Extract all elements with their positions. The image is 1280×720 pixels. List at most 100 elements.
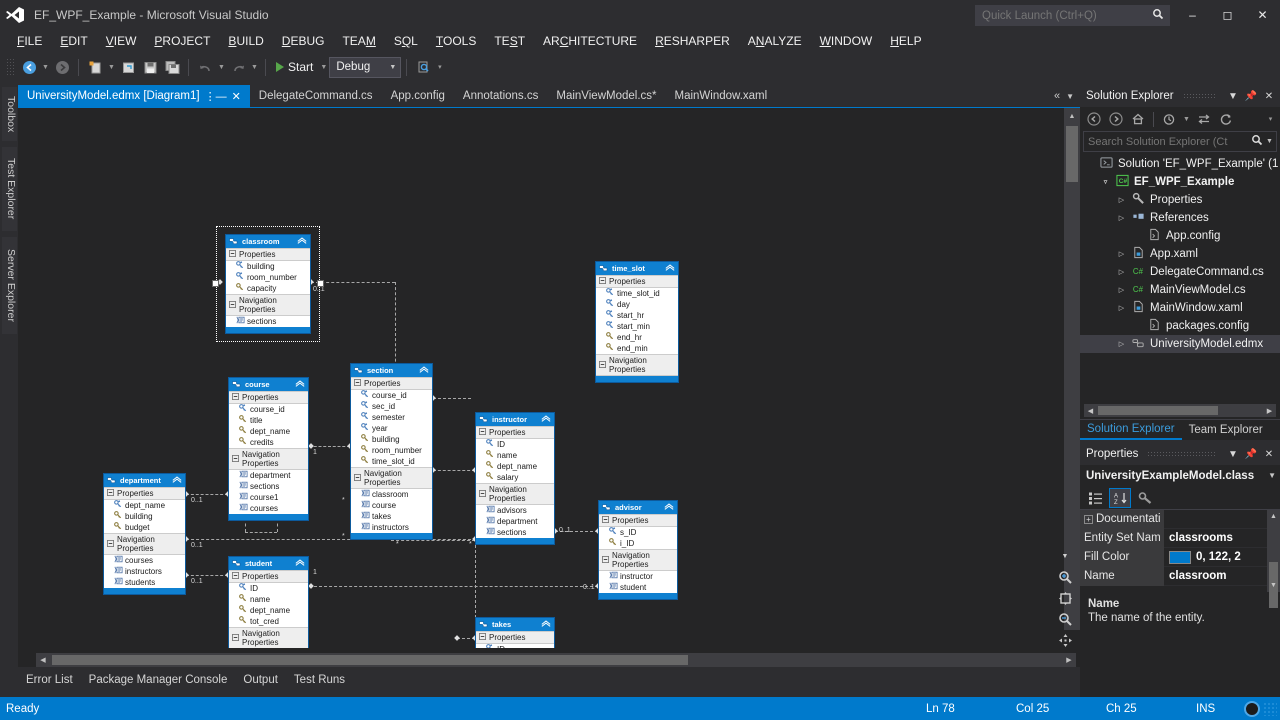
close-icon[interactable]: ✕ [1262, 449, 1276, 460]
horizontal-scroll-thumb[interactable] [52, 655, 688, 665]
scroll-up-icon[interactable]: ▲ [1267, 510, 1280, 523]
property-row[interactable]: ID [476, 439, 554, 450]
entity-box-department[interactable]: departmentPropertiesdept_namebuildingbud… [103, 473, 186, 595]
properties-object-selector[interactable]: UniversityExampleModel.class ▼ [1080, 465, 1280, 486]
entity-box-course[interactable]: coursePropertiescourse_idtitledept_namec… [228, 377, 309, 521]
color-swatch[interactable] [1169, 551, 1191, 564]
tab-mainwindow-xaml[interactable]: MainWindow.xaml [666, 85, 777, 107]
toolbar-overflow-icon[interactable]: ▾ [434, 56, 445, 78]
vtab-server-explorer[interactable]: Server Explorer [2, 237, 17, 334]
tab-solution-explorer[interactable]: Solution Explorer [1080, 420, 1182, 440]
association-connector[interactable] [309, 446, 350, 447]
property-grid-row[interactable]: +Documentati [1080, 510, 1280, 529]
property-row[interactable]: ID [476, 644, 554, 648]
entity-header[interactable]: instructor [476, 413, 554, 426]
navigation-section-header[interactable]: Navigation Properties [476, 483, 554, 505]
chevron-right-icon[interactable]: ▷ [1116, 214, 1127, 222]
properties-section-header[interactable]: Properties [599, 514, 677, 527]
chevron-down-icon[interactable]: ▿ [1100, 178, 1111, 186]
tree-node-app-config[interactable]: App.config [1080, 227, 1280, 245]
collapse-box-icon[interactable] [232, 393, 239, 402]
navigation-section-header[interactable]: Navigation Properties [596, 354, 678, 376]
close-icon[interactable]: ✕ [1245, 0, 1280, 30]
solution-configuration-combo[interactable]: Debug ▼ [329, 57, 401, 78]
connector-endpoint[interactable] [308, 443, 314, 449]
property-row[interactable]: name [476, 450, 554, 461]
menu-project[interactable]: PROJECT [145, 32, 219, 50]
menu-help[interactable]: HELP [881, 32, 930, 50]
resize-grip[interactable] [1263, 702, 1277, 716]
collapse-box-icon[interactable] [229, 250, 236, 259]
entity-box-section[interactable]: sectionPropertiescourse_idsec_idsemester… [350, 363, 433, 540]
properties-vertical-scrollbar[interactable]: ▲ ▼ [1267, 510, 1280, 592]
pending-changes-dropdown-icon[interactable]: ▼ [1181, 108, 1192, 130]
home-icon[interactable] [1128, 109, 1148, 129]
scroll-left-icon[interactable]: ◀ [1084, 404, 1097, 417]
properties-section-header[interactable]: Properties [351, 377, 432, 390]
collapse-box-icon[interactable] [479, 428, 486, 437]
entity-box-classroom[interactable]: classroomPropertiesbuildingroom_numberca… [225, 234, 311, 334]
properties-section-header[interactable]: Properties [476, 426, 554, 439]
maximize-icon[interactable]: ◻ [1210, 0, 1245, 30]
property-value-cell[interactable]: classroom [1164, 570, 1280, 582]
chevron-down-icon[interactable]: ▼ [1268, 471, 1276, 480]
property-row[interactable]: budget [104, 522, 185, 533]
navigation-property-row[interactable]: sections [476, 527, 554, 538]
pin-icon[interactable]: 📌 [1244, 449, 1258, 460]
close-icon[interactable]: ✕ [232, 90, 241, 103]
chevron-right-icon[interactable]: ▷ [1116, 286, 1127, 294]
chevron-down-icon[interactable]: ▼ [1226, 449, 1240, 460]
collapse-box-icon[interactable] [602, 516, 609, 525]
panel-drag-dots[interactable] [1147, 451, 1217, 457]
refresh-icon[interactable] [1216, 109, 1236, 129]
forward-icon[interactable] [1106, 109, 1126, 129]
chevron-right-icon[interactable]: ▷ [1116, 304, 1127, 312]
tree-node-solution-ef-wpf-example-1[interactable]: Solution 'EF_WPF_Example' (1 [1080, 155, 1280, 173]
properties-section-header[interactable]: Properties [104, 487, 185, 500]
properties-section-header[interactable]: Properties [229, 570, 308, 583]
entity-box-takes[interactable]: takesPropertiesIDcourse_idsec_idsemester… [475, 617, 555, 648]
property-row[interactable]: dept_name [229, 605, 308, 616]
menu-debug[interactable]: DEBUG [273, 32, 334, 50]
property-pages-icon[interactable] [1134, 488, 1156, 508]
find-in-files-icon[interactable] [412, 56, 434, 78]
menu-edit[interactable]: EDIT [51, 32, 96, 50]
navigation-property-row[interactable]: courses [229, 503, 308, 514]
navigation-property-row[interactable]: student [599, 582, 677, 593]
menu-build[interactable]: BUILD [219, 32, 272, 50]
chevron-right-icon[interactable]: ▷ [1116, 196, 1127, 204]
zoom-in-icon[interactable] [1055, 568, 1075, 586]
scroll-left-icon[interactable]: ◀ [36, 653, 50, 667]
property-value-cell[interactable]: 0, 122, 2 [1164, 551, 1280, 564]
properties-grid[interactable]: +DocumentatiEntity Set NamclassroomsFill… [1080, 510, 1280, 592]
menu-sql[interactable]: SQL [385, 32, 427, 50]
save-icon[interactable] [139, 56, 161, 78]
property-row[interactable]: room_number [351, 445, 432, 456]
collapse-box-icon[interactable] [354, 474, 361, 483]
solution-explorer-horizontal-scrollbar[interactable]: ◀ ▶ [1084, 404, 1276, 417]
search-input[interactable] [1084, 136, 1248, 148]
menu-team[interactable]: TEAM [333, 32, 384, 50]
chevrons-left-icon[interactable]: « [1054, 90, 1060, 102]
collapse-icon[interactable] [295, 558, 305, 569]
resize-handle[interactable] [212, 280, 219, 287]
collapse-box-icon[interactable] [599, 361, 606, 370]
navigation-section-header[interactable]: Navigation Properties [599, 549, 677, 571]
vtab-toolbox[interactable]: Toolbox [2, 87, 17, 141]
minimize-icon[interactable]: – [1175, 0, 1210, 30]
properties-section-header[interactable]: Properties [596, 275, 678, 288]
property-grid-row[interactable]: Nameclassroom [1080, 567, 1280, 586]
menu-file[interactable]: FILE [8, 32, 51, 50]
collapse-box-icon[interactable] [107, 540, 114, 549]
navigation-property-row[interactable]: advisors [476, 505, 554, 516]
navigation-property-row[interactable]: sections [229, 481, 308, 492]
property-row[interactable]: time_slot_id [351, 456, 432, 467]
property-row[interactable]: day [596, 299, 678, 310]
resize-handle[interactable] [317, 280, 324, 287]
association-connector[interactable] [433, 398, 471, 399]
navigation-property-row[interactable]: department [229, 470, 308, 481]
navigate-back-icon[interactable] [18, 56, 40, 78]
navigation-section-header[interactable]: Navigation Properties [229, 448, 308, 470]
property-row[interactable]: room_number [226, 272, 310, 283]
chevron-right-icon[interactable]: ▷ [1116, 340, 1127, 348]
